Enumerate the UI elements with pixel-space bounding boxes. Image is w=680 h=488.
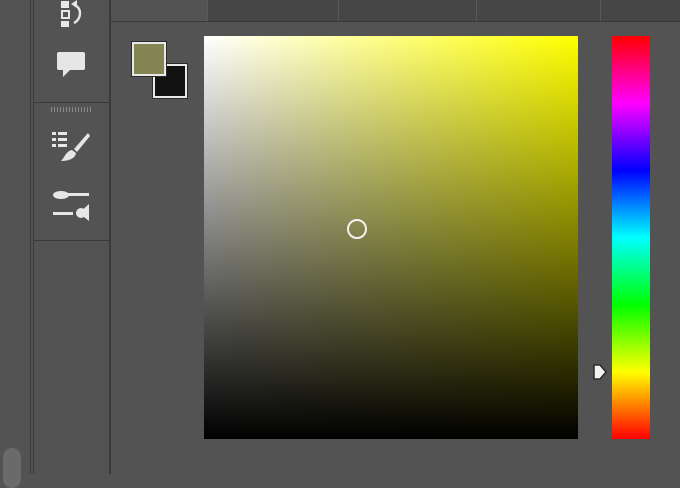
- color-picker-cursor[interactable]: [347, 219, 368, 240]
- comment-button[interactable]: [49, 46, 93, 86]
- brush-settings-button[interactable]: [49, 187, 93, 227]
- tab-2[interactable]: [207, 0, 340, 21]
- tab-5[interactable]: [600, 0, 680, 21]
- tab-color[interactable]: [111, 0, 208, 21]
- hue-slider[interactable]: [612, 36, 650, 439]
- tool-strip: [33, 0, 110, 474]
- hue-slider-handle[interactable]: [592, 363, 608, 381]
- tab-3[interactable]: [338, 0, 478, 21]
- tab-4[interactable]: [476, 0, 602, 21]
- tool-group-top: [34, 0, 109, 103]
- panel-scrollbar[interactable]: [3, 448, 21, 488]
- transform-history-icon: [55, 0, 87, 34]
- saturation-brightness-field[interactable]: [204, 36, 578, 439]
- brush-settings-icon: [49, 188, 93, 227]
- panel-tab-bar: [111, 0, 680, 22]
- brush-list-icon: [50, 128, 92, 169]
- brush-presets-button[interactable]: [49, 128, 93, 168]
- hue-handle-icon: [592, 364, 608, 385]
- comment-icon: [55, 48, 87, 85]
- panel-grip[interactable]: [51, 107, 91, 112]
- left-panel-edge: [0, 0, 31, 488]
- tool-group-brushes: [34, 103, 109, 241]
- transform-history-button[interactable]: [49, 0, 93, 34]
- foreground-color-swatch[interactable]: [131, 41, 167, 77]
- panel-divider: [110, 0, 111, 474]
